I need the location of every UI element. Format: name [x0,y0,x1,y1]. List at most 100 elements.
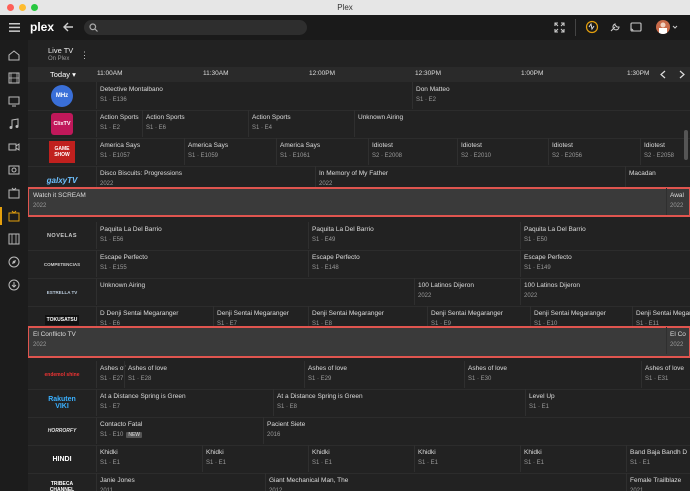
library-icon[interactable] [8,233,20,245]
program-cell[interactable]: Ashes of love S1 · E30 [464,361,642,388]
program-episode: S1 · E27 [100,376,124,382]
program-cell[interactable]: Idiotest S2 · E2056 [548,138,641,165]
channel-logo-hindi[interactable]: HINDI [36,448,88,470]
highlighted-program-row[interactable]: El Conflicto TV 2022 El Co 2022 [28,326,690,358]
channel-logo-tribeca[interactable]: TRIBECA CHANNEL [36,476,88,491]
fullscreen-icon[interactable] [554,22,565,35]
program-cell[interactable]: Detective Montalbano S1 · E136 [96,82,414,109]
program-cell[interactable]: Band Baja Bandh D S1 · E1 [626,445,690,472]
gameshow-logo-text: GAME SHOW [49,141,75,163]
horrorfy-logo-text: HORRORFY [47,428,77,434]
channel-logo-estrella[interactable]: ESTRELLA TV [36,281,88,303]
live-tv-icon[interactable] [8,187,20,199]
program-cell[interactable]: Awal 2022 [666,188,690,215]
program-cell[interactable]: America Says S1 · E1061 [276,138,369,165]
program-cell[interactable]: Ashes of love S1 · E31 [641,361,690,388]
program-cell[interactable]: Giant Mechanical Man, The 2012 [265,473,627,491]
channel-row: GAME SHOW America Says S1 · E1057 America… [28,138,690,167]
program-cell[interactable]: Level Up S1 · E1 [525,389,690,416]
program-cell[interactable]: At a Distance Spring is Green S1 · E7 [96,389,274,416]
program-cell[interactable]: America Says S1 · E1059 [184,138,277,165]
channel-logo-mhz[interactable]: MHz [36,85,88,107]
program-cell[interactable]: Khidki S1 · E1 [414,445,521,472]
channel-logo-novelas[interactable]: NOVELAS [36,225,88,247]
highlighted-program-row[interactable]: Watch it SCREAM 2022 Awal 2022 [28,187,690,217]
program-cell[interactable]: Khidki S1 · E1 [202,445,309,472]
cast-icon[interactable] [630,22,642,35]
program-cell[interactable]: At a Distance Spring is Green S1 · E8 [273,389,526,416]
live-tv-active-icon[interactable] [8,210,20,222]
program-cell[interactable]: Action Sports S1 · E6 [142,110,249,137]
program-cell[interactable]: Janie Jones 2011 [96,473,266,491]
channel-logo-horrorfy[interactable]: HORRORFY [36,420,88,442]
channel-logo-gameshow[interactable]: GAME SHOW [36,141,88,163]
scroll-right-icon[interactable] [678,70,686,81]
program-title: Band Baja Bandh D [630,449,688,456]
plex-logo[interactable]: plex [30,20,54,34]
back-arrow-icon[interactable] [62,21,74,35]
program-cell[interactable]: Paquita La Del Barrio S1 · E50 [520,222,690,249]
channel-logo-endemol[interactable]: endemol shine [36,364,88,386]
program-title: At a Distance Spring is Green [277,393,363,400]
hamburger-menu-icon[interactable] [9,23,20,32]
program-cell[interactable]: Khidki S1 · E1 [308,445,415,472]
program-title: Khidki [312,449,330,456]
program-episode: S1 · E28 [128,376,152,382]
user-avatar[interactable] [656,20,670,34]
discover-compass-icon[interactable] [8,256,20,268]
vertical-scrollbar[interactable] [684,130,688,160]
program-cell[interactable]: Action Sports S1 · E2 [96,110,143,137]
program-title: Contacto Fatal [100,421,143,428]
downloads-icon[interactable] [8,279,20,291]
home-icon[interactable] [8,49,20,61]
program-cell[interactable]: Khidki S1 · E1 [96,445,203,472]
program-cell[interactable]: Action Sports S1 · E4 [248,110,355,137]
scroll-left-icon[interactable] [659,70,667,81]
program-cell[interactable]: Escape Perfecto S1 · E155 [96,250,309,277]
program-title: 100 Latinos Dijeron [418,282,475,289]
tv-shows-icon[interactable] [8,95,20,107]
program-cell[interactable]: 100 Latinos Dijeron 2022 [520,278,690,305]
program-cell[interactable]: Ashes of S1 · E27 [96,361,127,388]
program-cell[interactable]: Idiotest S2 · E2008 [368,138,458,165]
program-cell[interactable]: Don Matteo S1 · E2 [412,82,690,109]
program-cell[interactable]: El Conflicto TV 2022 [30,327,665,354]
hindi-logo-text: HINDI [52,455,72,463]
movies-icon[interactable] [8,72,20,84]
program-episode: S1 · E56 [100,237,124,243]
program-cell[interactable]: Ashes of love S1 · E29 [304,361,465,388]
program-cell[interactable]: Pacient Siete 2016 [263,417,690,444]
program-cell[interactable]: Escape Perfecto S1 · E149 [520,250,690,277]
settings-wrench-icon[interactable] [609,22,620,35]
music-icon[interactable] [8,118,20,130]
program-cell[interactable]: Female Trailblaze 2021 [626,473,690,491]
program-cell[interactable]: Khidki S1 · E1 [520,445,627,472]
page-title: Live TV [48,46,74,55]
today-dropdown[interactable]: Today ▾ [50,70,76,79]
program-cell[interactable]: Paquita La Del Barrio S1 · E49 [308,222,521,249]
program-cell[interactable]: Escape Perfecto S1 · E148 [308,250,521,277]
program-cell[interactable]: 100 Latinos Dijeron 2022 [414,278,521,305]
sidebar [0,40,29,491]
program-cell[interactable]: America Says S1 · E1057 [96,138,185,165]
avatar-dropdown-icon[interactable] [672,24,678,32]
channel-logo-clixtv[interactable]: ClixTV [36,113,88,135]
channel-logo-competencias[interactable]: COMPETENCIAS [36,253,88,275]
program-cell[interactable]: Ashes of love S1 · E28 [124,361,305,388]
channel-row: ClixTV Action Sports S1 · E2 Action Sport… [28,110,690,139]
program-cell[interactable]: Watch it SCREAM 2022 [30,188,665,215]
photos-icon[interactable] [8,164,20,176]
program-cell[interactable]: Unknown Airing [96,278,415,305]
program-cell[interactable]: Idiotest S2 · E2010 [457,138,549,165]
channel-logo-rakuten-viki[interactable]: Rakuten VIKI [36,392,88,414]
search-input[interactable] [84,20,307,35]
activity-icon[interactable] [585,20,599,36]
program-cell[interactable]: Idiotest S2 · E2058 [640,138,690,165]
program-cell[interactable]: Unknown Airing [354,110,690,137]
video-icon[interactable] [8,141,20,153]
program-cell[interactable]: El Co 2022 [666,327,690,354]
program-cell[interactable]: Contacto Fatal S1 · E10 NEW [96,417,264,444]
program-cell[interactable]: Paquita La Del Barrio S1 · E56 [96,222,309,249]
more-options-icon[interactable]: ⋮ [80,50,89,61]
program-episode: 2022 [33,203,47,209]
